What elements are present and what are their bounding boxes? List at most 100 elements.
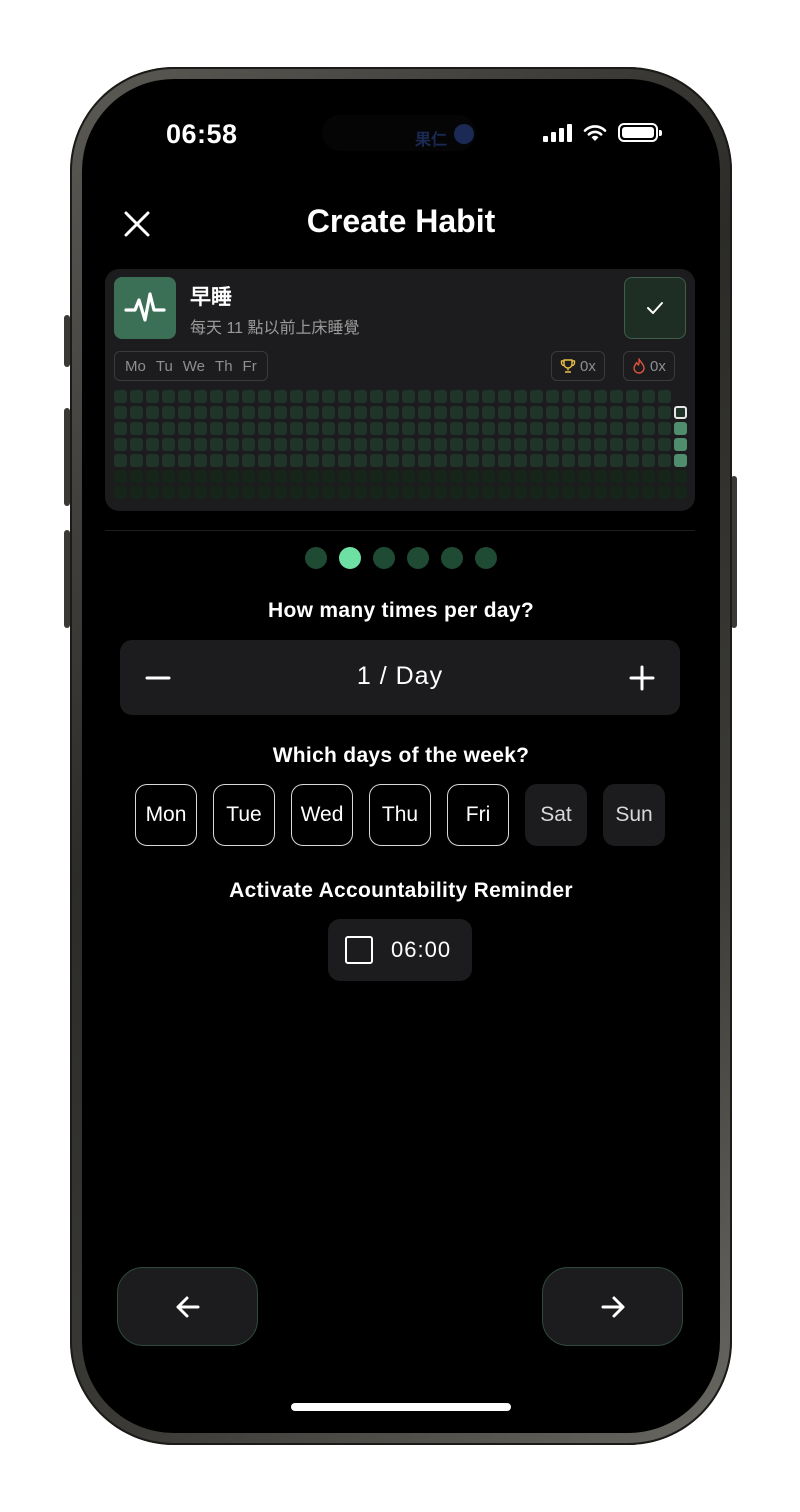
history-cell	[242, 422, 255, 435]
history-cell	[178, 454, 191, 467]
history-cell	[450, 406, 463, 419]
history-cell	[290, 470, 303, 483]
history-cell	[210, 470, 223, 483]
weekday-fri-button[interactable]: Fri	[447, 784, 509, 846]
history-cell	[210, 438, 223, 451]
history-cell	[258, 438, 271, 451]
history-cell	[626, 486, 639, 499]
weekday-sat-button[interactable]: Sat	[525, 784, 587, 846]
history-cell	[178, 486, 191, 499]
history-cell	[114, 390, 127, 403]
history-cell	[530, 422, 543, 435]
weekday-thu-button[interactable]: Thu	[369, 784, 431, 846]
history-cell	[498, 470, 511, 483]
history-cell	[226, 438, 239, 451]
history-cell	[466, 470, 479, 483]
history-cell	[242, 470, 255, 483]
history-cell	[146, 406, 159, 419]
history-cell	[498, 438, 511, 451]
history-cell	[258, 470, 271, 483]
history-cell	[578, 422, 591, 435]
history-cell	[290, 422, 303, 435]
page-title: Create Habit	[306, 203, 496, 239]
reminder-checkbox[interactable]	[345, 936, 373, 964]
history-cell	[306, 406, 319, 419]
weekday-sun-button[interactable]: Sun	[603, 784, 665, 846]
history-cell	[274, 406, 287, 419]
history-cell	[258, 486, 271, 499]
divider	[105, 530, 695, 531]
history-cell	[466, 406, 479, 419]
history-cell	[338, 406, 351, 419]
history-cell	[322, 470, 335, 483]
history-cell	[178, 422, 191, 435]
history-cell	[546, 454, 559, 467]
history-cell	[338, 422, 351, 435]
history-cell	[306, 470, 319, 483]
history-cell	[434, 486, 447, 499]
history-cell	[178, 470, 191, 483]
history-cell	[642, 438, 655, 451]
history-cell	[274, 438, 287, 451]
history-cell	[594, 486, 607, 499]
history-cell	[162, 390, 175, 403]
history-cell	[594, 454, 607, 467]
history-cell	[642, 486, 655, 499]
history-cell	[626, 470, 639, 483]
next-button[interactable]	[542, 1267, 683, 1346]
history-cell	[658, 454, 671, 467]
pager-dot[interactable]	[373, 547, 395, 569]
back-button[interactable]	[117, 1267, 258, 1346]
history-cell	[354, 470, 367, 483]
weekday-wed-button[interactable]: Wed	[291, 784, 353, 846]
habit-preview-card: 早睡 每天 11 點以前上床睡覺 Mo Tu We Th Fr 0x 0x	[105, 269, 695, 511]
history-cell	[242, 486, 255, 499]
history-cell	[354, 486, 367, 499]
history-cell	[194, 486, 207, 499]
history-cell	[402, 454, 415, 467]
history-cell	[658, 470, 671, 483]
history-cell	[578, 390, 591, 403]
pager-dot[interactable]	[407, 547, 429, 569]
history-cell	[162, 486, 175, 499]
history-cell	[530, 454, 543, 467]
history-cell	[162, 470, 175, 483]
check-icon[interactable]	[624, 277, 686, 339]
status-time: 06:58	[166, 119, 238, 149]
history-cell	[322, 422, 335, 435]
weekday-tue-button[interactable]: Tue	[213, 784, 275, 846]
weekday-mon-button[interactable]: Mon	[135, 784, 197, 846]
history-cell	[290, 486, 303, 499]
history-cell	[290, 454, 303, 467]
history-cell	[674, 422, 687, 435]
history-cell	[482, 486, 495, 499]
history-cell	[274, 422, 287, 435]
history-cell	[450, 438, 463, 451]
history-cell	[338, 470, 351, 483]
reminder-time[interactable]: 06:00	[391, 937, 451, 963]
history-cell	[610, 438, 623, 451]
history-cell	[130, 438, 143, 451]
pager-dot[interactable]	[305, 547, 327, 569]
pager-dot[interactable]	[475, 547, 497, 569]
habit-description: 每天 11 點以前上床睡覺	[190, 320, 360, 337]
habit-day-label: Tu	[155, 357, 173, 375]
reminder-toggle[interactable]: 06:00	[328, 919, 472, 981]
history-cell	[386, 390, 399, 403]
history-cell	[530, 390, 543, 403]
history-cell	[562, 438, 575, 451]
history-cell	[258, 422, 271, 435]
history-cell	[674, 486, 687, 499]
trophy-count-chip: 0x	[551, 351, 605, 381]
pager-dot[interactable]	[441, 547, 463, 569]
pager-dot[interactable]	[339, 547, 361, 569]
habit-name: 早睡	[190, 286, 232, 309]
history-cell	[514, 454, 527, 467]
plus-icon[interactable]	[622, 658, 662, 698]
history-cell	[482, 438, 495, 451]
history-cell	[226, 406, 239, 419]
history-cell	[194, 422, 207, 435]
history-cell	[546, 486, 559, 499]
pulse-icon[interactable]	[114, 277, 176, 339]
history-cell	[626, 438, 639, 451]
